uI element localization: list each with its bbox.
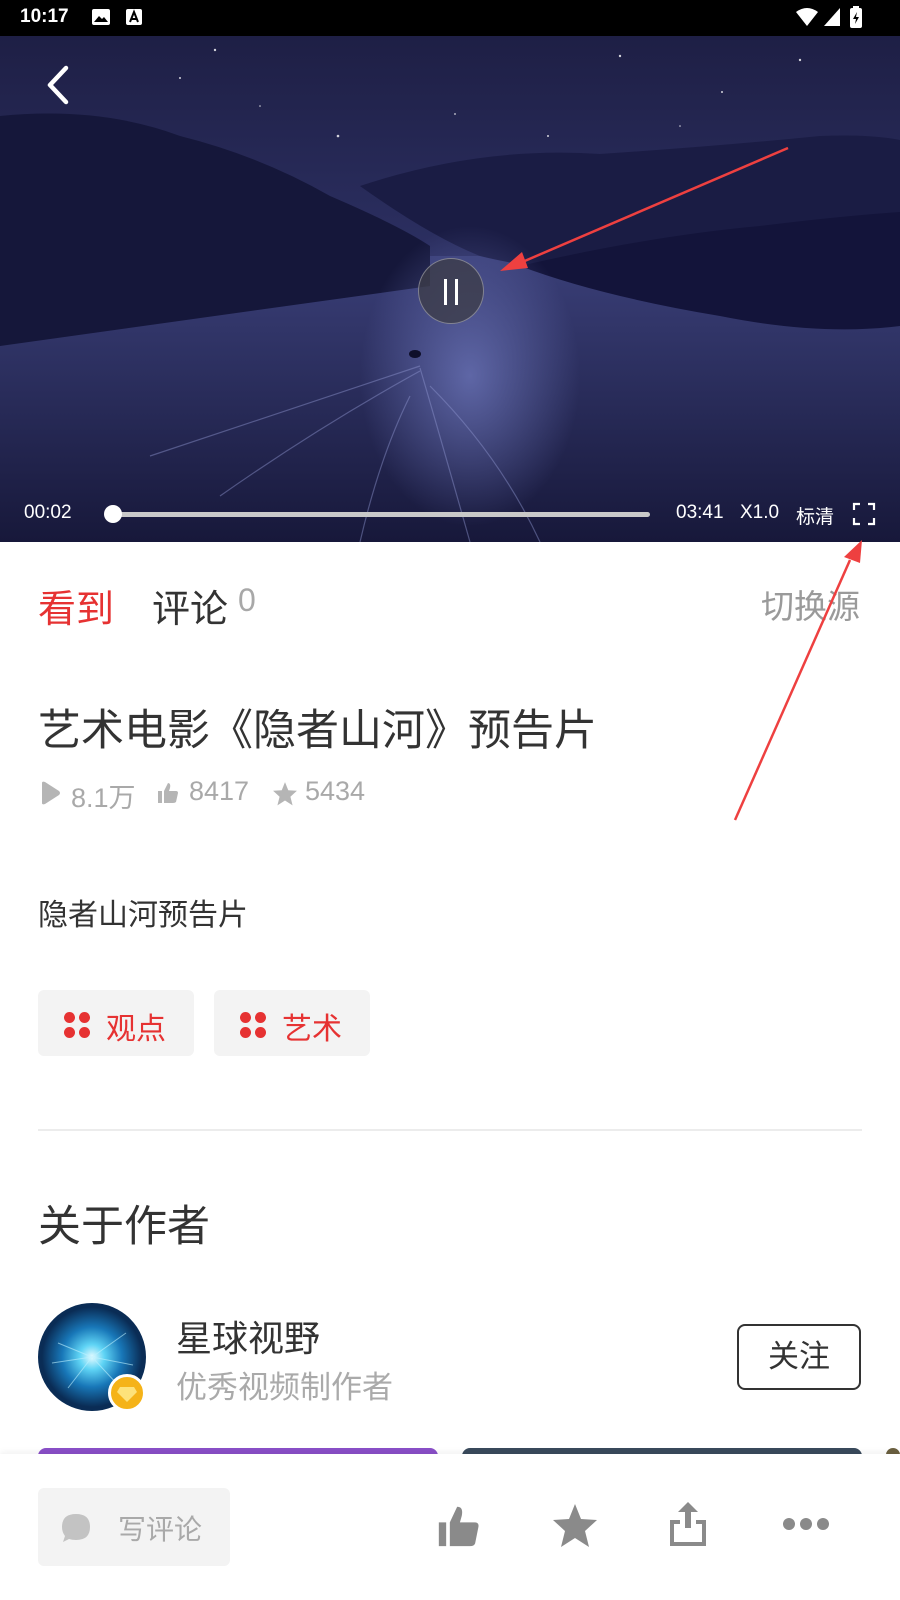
- bottom-action-bar: 写评论: [0, 1454, 900, 1600]
- duration: 03:41: [676, 502, 724, 523]
- wifi-icon: [796, 8, 818, 26]
- fullscreen-icon[interactable]: [852, 502, 876, 526]
- app-notification-icon: [126, 9, 142, 25]
- tag-dots-icon: [240, 1012, 268, 1040]
- share-icon[interactable]: [668, 1500, 708, 1548]
- status-time: 10:17: [20, 6, 69, 27]
- tag-guandian[interactable]: 观点: [38, 990, 194, 1056]
- video-player[interactable]: 00:02 03:41 X1.0 标清: [0, 36, 900, 542]
- divider: [38, 1129, 862, 1131]
- pause-icon: [444, 279, 447, 305]
- image-notification-icon: [92, 9, 110, 25]
- signal-icon: [824, 8, 840, 26]
- video-title: 艺术电影《隐者山河》预告片: [38, 706, 597, 756]
- thumb-up-icon: [158, 783, 178, 803]
- verified-badge-icon: [108, 1374, 146, 1412]
- star-icon[interactable]: [550, 1502, 600, 1550]
- comments-count: 0: [238, 582, 256, 618]
- back-icon[interactable]: [36, 60, 86, 110]
- write-comment-input[interactable]: 写评论: [38, 1488, 230, 1566]
- author-description: 优秀视频制作者: [176, 1370, 393, 1406]
- switch-source-button[interactable]: 切换源: [761, 580, 860, 628]
- video-description: 隐者山河预告片: [38, 898, 248, 933]
- player-controls: 00:02 03:41 X1.0 标清: [0, 486, 900, 542]
- star-icon: [273, 782, 297, 806]
- tab-comments[interactable]: 评论: [152, 578, 228, 633]
- status-bar: 10:17: [0, 0, 900, 36]
- play-count-icon: [42, 781, 60, 805]
- author-name[interactable]: 星球视野: [176, 1310, 320, 1362]
- tag-yishu[interactable]: 艺术: [214, 990, 370, 1056]
- thumb-up-icon[interactable]: [436, 1504, 482, 1548]
- progress-handle[interactable]: [103, 505, 122, 523]
- progress-bar[interactable]: [103, 505, 650, 523]
- comment-bubble-icon: [62, 1514, 90, 1542]
- current-time: 00:02: [24, 502, 72, 523]
- more-icon[interactable]: [782, 1516, 830, 1532]
- about-author-heading: 关于作者: [38, 1202, 210, 1252]
- speed-button[interactable]: X1.0: [740, 502, 779, 524]
- quality-button[interactable]: 标清: [796, 502, 834, 529]
- pause-button[interactable]: [418, 258, 484, 324]
- tag-dots-icon: [64, 1012, 92, 1040]
- follow-button[interactable]: 关注: [737, 1324, 861, 1390]
- battery-icon: [850, 6, 862, 28]
- tab-watch[interactable]: 看到: [38, 578, 114, 633]
